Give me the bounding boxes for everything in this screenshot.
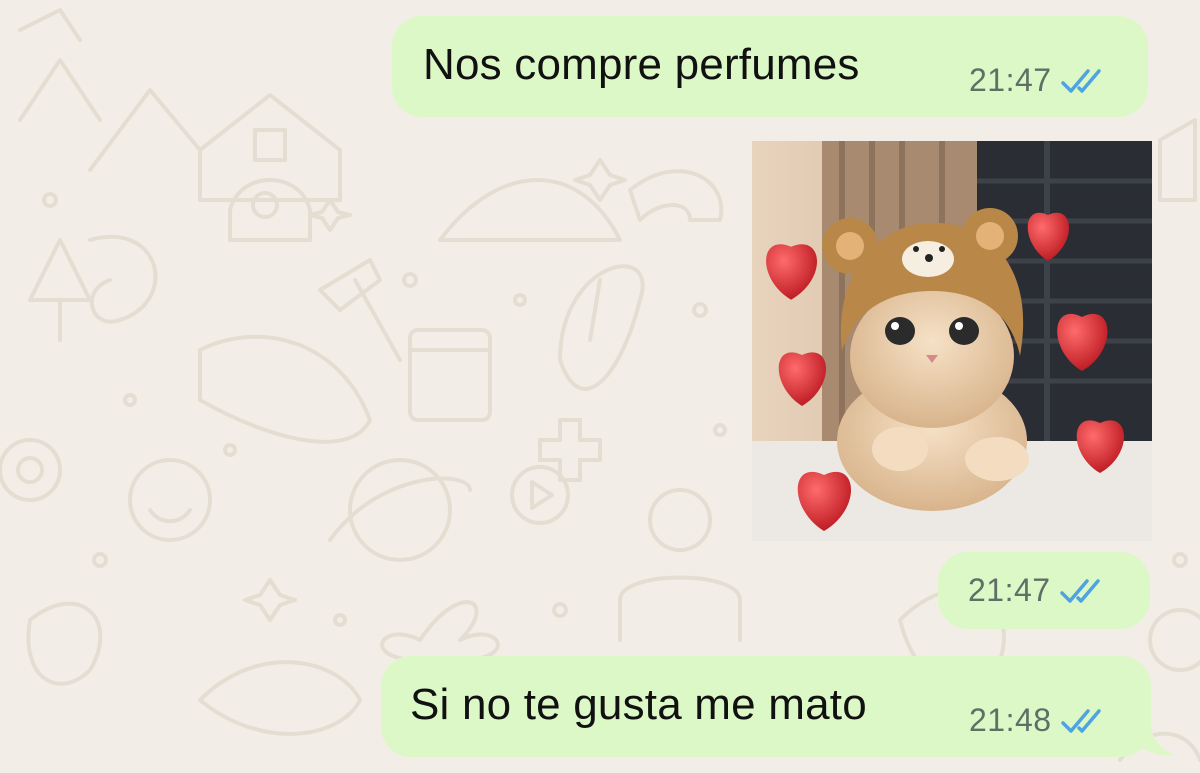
- read-receipt-icon: [1059, 578, 1100, 603]
- sticker-meta-bubble: 21:47: [938, 552, 1150, 629]
- read-receipt-icon: [1060, 68, 1101, 93]
- bubble-tail: [1138, 723, 1174, 756]
- message-text: Si no te gusta me mato: [410, 680, 867, 729]
- sticker-message[interactable]: [752, 141, 1152, 541]
- message-bubble-outgoing[interactable]: Si no te gusta me mato 21:48: [381, 656, 1151, 757]
- message-timestamp: 21:47: [969, 62, 1052, 98]
- message-text: Nos compre perfumes: [423, 40, 860, 89]
- message-timestamp: 21:48: [969, 702, 1052, 738]
- message-meta: 21:47: [968, 572, 1107, 609]
- message-meta: 21:48: [969, 702, 1108, 739]
- message-bubble-outgoing[interactable]: Nos compre perfumes 21:47: [392, 16, 1148, 117]
- read-receipt-icon: [1060, 708, 1101, 733]
- cat-sticker-image: [752, 141, 1152, 541]
- message-meta: 21:47: [969, 62, 1108, 99]
- message-timestamp: 21:47: [968, 572, 1051, 608]
